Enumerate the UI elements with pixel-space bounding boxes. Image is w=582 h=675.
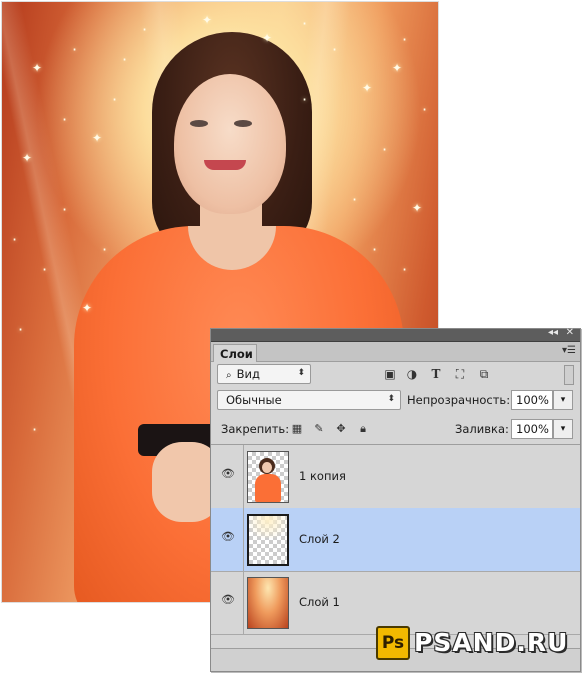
girl-right-eye [234,120,252,127]
girl-left-eye [190,120,208,127]
sparkle: ✦ [362,81,373,95]
sparkle: · [62,200,68,219]
sparkle: · [302,14,308,33]
layer-thumbnail [247,577,289,629]
girl-face [174,74,286,214]
fill-label: Заливка: [455,422,509,436]
watermark: Ps PSAND.RU [376,626,576,662]
layer-name[interactable]: 1 копия [299,469,346,483]
tab-layers[interactable]: Слои [213,344,257,362]
eye-icon[interactable]: 👁︎ [221,594,237,605]
fill-input[interactable]: 100% [511,419,553,439]
blend-mode-value: Обычные [226,393,282,407]
smart-object-filter-icon[interactable]: ⧉ [477,367,491,381]
sparkle: ✦ [22,151,33,165]
girl-mouth [204,160,246,170]
sparkle: ✦ [412,201,423,215]
sparkle: · [352,190,358,209]
adjustment-filter-icon[interactable]: ◑ [405,367,419,381]
lock-image-icon[interactable]: ✎ [313,423,325,435]
thumb-dress [255,474,281,502]
layer-row-sloy-2[interactable]: 👁︎ Слой 2 [211,508,580,572]
divider [243,508,244,571]
layers-panel: ◂◂ ✕ Слои ▾☰ ⌕ Вид ⬍ ▣ ◑ T ⛶ ⧉ Обычные ⬍ … [210,327,581,672]
close-icon[interactable]: ✕ [566,327,574,338]
sparkle: · [382,140,388,159]
updown-arrows-icon: ⬍ [387,394,395,404]
sparkle: · [302,90,308,109]
layer-name[interactable]: Слой 2 [299,532,340,546]
eye-icon[interactable]: 👁︎ [221,531,237,542]
sparkle: · [112,90,118,109]
divider [243,571,244,634]
sparkle: ✦ [82,301,93,315]
sparkle: · [62,110,68,129]
opacity-label: Непрозрачность: [407,393,511,407]
sparkle: · [402,260,408,279]
lock-label: Закрепить: [221,422,290,436]
sparkle: ✦ [92,131,103,145]
sparkle: · [332,40,338,59]
thumb-face [262,462,272,473]
sparkle: · [32,420,38,439]
lock-all-icon[interactable]: 🔒︎ [357,423,369,435]
opacity-dropdown-arrow[interactable]: ▾ [553,390,573,410]
search-icon: ⌕ [226,370,232,381]
sparkle: ✦ [392,61,403,75]
layer-name[interactable]: Слой 1 [299,595,340,609]
watermark-text: PSAND.RU [414,628,569,657]
sparkle: · [422,100,428,119]
lock-position-icon[interactable]: ✥ [335,423,347,435]
filter-value: Вид [236,367,260,381]
fill-dropdown-arrow[interactable]: ▾ [553,419,573,439]
panel-title-strip[interactable]: ◂◂ ✕ [211,327,580,342]
sparkle: · [122,50,128,69]
sparkle: ✦ [32,61,43,75]
panel-menu-icon[interactable]: ▾☰ [562,345,576,356]
image-filter-icon[interactable]: ▣ [383,367,397,381]
filter-toggle-switch[interactable] [564,365,574,385]
blend-mode-dropdown[interactable]: Обычные ⬍ [217,390,401,410]
shape-filter-icon[interactable]: ⛶ [453,367,467,381]
layer-row-1-kopiya[interactable]: 👁︎ 1 копия [211,445,580,509]
type-filter-icon[interactable]: T [429,367,443,381]
sparkle: · [402,30,408,49]
layer-thumbnail [247,514,289,566]
layer-filter-dropdown[interactable]: ⌕ Вид ⬍ [217,364,311,384]
sparkle: ✦ [262,31,273,45]
lock-transparency-icon[interactable]: ▦ [291,423,303,435]
sparkle: · [102,240,108,259]
layers-list: 👁︎ 1 копия 👁︎ Слой 2 👁︎ Слой 1 [211,444,580,645]
ps-logo-icon: Ps [376,626,410,660]
eye-icon[interactable]: 👁︎ [221,468,237,479]
collapse-icon[interactable]: ◂◂ [548,327,558,338]
sparkle: · [142,20,148,39]
sparkle: · [42,260,48,279]
sparkle: · [72,40,78,59]
panel-tab-bar: Слои ▾☰ [211,342,580,362]
thumb-glow [249,516,287,538]
updown-arrows-icon: ⬍ [297,368,305,378]
sparkle: · [18,320,24,339]
divider [243,445,244,508]
sparkle: · [372,240,378,259]
layer-thumbnail [247,451,289,503]
sparkle: ✦ [202,13,213,27]
opacity-input[interactable]: 100% [511,390,553,410]
sparkle: · [12,230,18,249]
